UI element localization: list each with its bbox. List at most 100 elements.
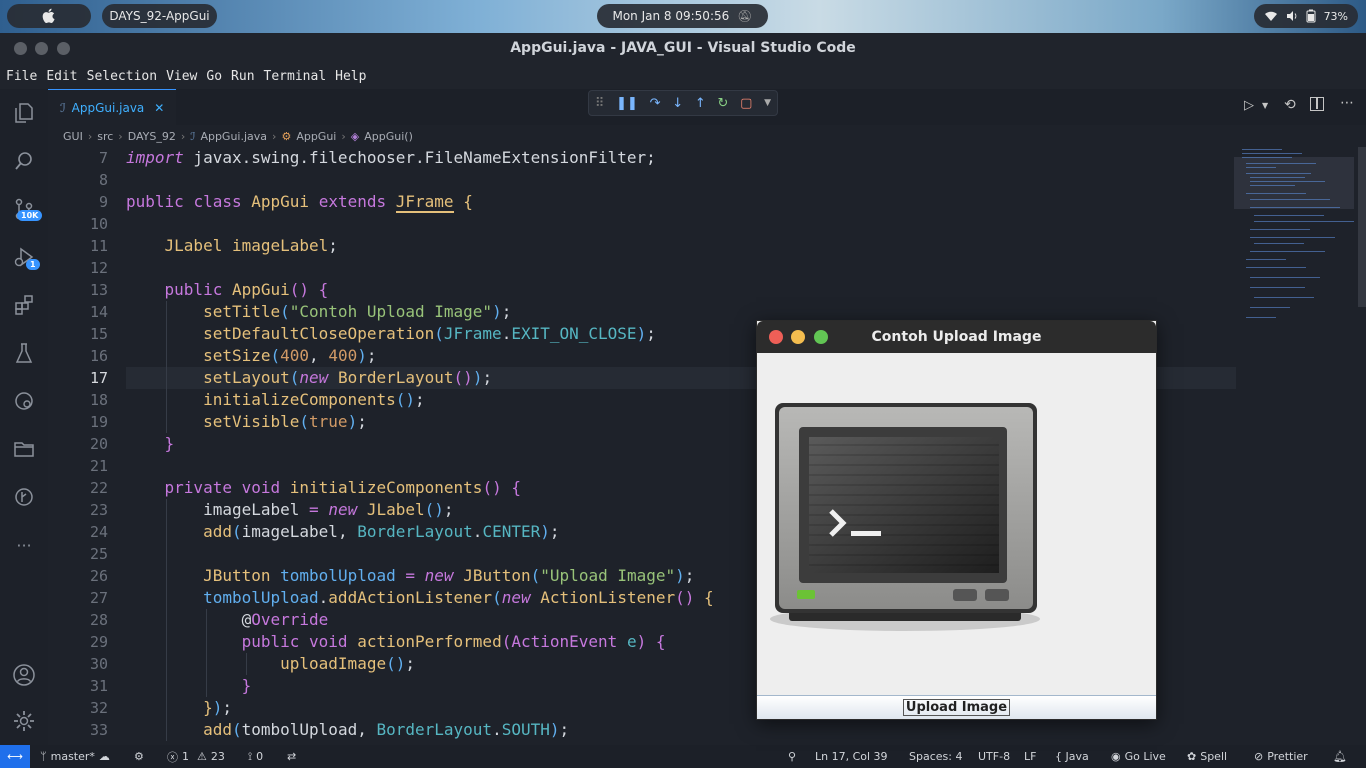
run-dropdown-icon[interactable]: ▼: [1262, 101, 1268, 110]
minimap[interactable]: [1234, 147, 1354, 367]
more-actions-icon[interactable]: ⋯: [1340, 95, 1354, 111]
line-number: 24: [89, 523, 108, 541]
pause-icon[interactable]: ❚❚: [616, 96, 638, 111]
system-top-bar: DAYS_92-AppGui Mon Jan 8 09:50:56 🔕︎ 73%: [0, 0, 1366, 33]
remote-explorer-icon[interactable]: [12, 389, 36, 413]
line-number: 32: [89, 699, 108, 717]
prettier-label: Prettier: [1267, 750, 1308, 763]
java-app-window: Contoh Upload Image Upload Image: [756, 320, 1157, 720]
java-maximize-button[interactable]: [814, 330, 828, 344]
branch-status[interactable]: ᛘ master* ☁: [40, 745, 110, 768]
line-number: 33: [89, 721, 108, 739]
branch-name: master*: [50, 750, 95, 763]
editor-tab-label: AppGui.java: [71, 100, 145, 115]
remote-indicator[interactable]: ⟷: [0, 745, 30, 768]
java-close-button[interactable]: [769, 330, 783, 344]
spell-check-icon: ✿: [1187, 750, 1197, 763]
prettier-disabled-icon: ⊘: [1254, 750, 1264, 763]
accounts-icon[interactable]: [12, 663, 36, 687]
prettier-button[interactable]: ⊘ Prettier: [1254, 745, 1308, 768]
line-number: 10: [89, 215, 108, 233]
timeline-icon[interactable]: ⟲: [1284, 97, 1296, 113]
menu-help[interactable]: Help: [335, 69, 366, 84]
line-number: 15: [89, 325, 108, 343]
more-icon[interactable]: ···: [12, 533, 36, 557]
line-number: 12: [89, 259, 108, 277]
breadcrumb-item[interactable]: src: [97, 130, 113, 143]
line-number: 25: [89, 545, 108, 563]
settings-gear-icon[interactable]: [12, 709, 36, 733]
ports-count: 0: [256, 750, 264, 763]
editor-tab-appgui[interactable]: ℐ AppGui.java ✕: [48, 89, 176, 125]
clock-pill[interactable]: Mon Jan 8 09:50:56 🔕︎: [597, 4, 768, 28]
notifications-bell-icon[interactable]: 🔔︎: [1333, 745, 1347, 768]
warning-icon: ⚠: [197, 750, 207, 763]
problems-status[interactable]: ⓧ 1 ⚠ 23: [167, 745, 225, 768]
search-icon[interactable]: [12, 149, 36, 173]
drag-handle-icon[interactable]: ⠿: [595, 96, 605, 111]
run-icon[interactable]: ▷: [1244, 98, 1254, 113]
stop-icon[interactable]: ▢: [740, 96, 752, 111]
java-window-title-bar: Contoh Upload Image: [757, 321, 1156, 353]
error-icon: ⓧ: [167, 750, 178, 764]
code-line: add(tombolUpload, BorderLayout.SOUTH);: [126, 719, 1236, 741]
line-number: 30: [89, 655, 108, 673]
apple-menu-button[interactable]: [7, 4, 91, 28]
debug-status-icon[interactable]: ⇄: [287, 745, 296, 768]
scrollbar-thumb[interactable]: [1358, 147, 1366, 307]
menu-terminal[interactable]: Terminal: [264, 69, 327, 84]
breadcrumb-item[interactable]: AppGui(): [364, 130, 413, 143]
java-minimize-button[interactable]: [791, 330, 805, 344]
spell-button[interactable]: ✿ Spell: [1187, 745, 1227, 768]
window-maximize-button[interactable]: [57, 42, 70, 55]
language-mode[interactable]: { Java: [1055, 745, 1089, 768]
menu-run[interactable]: Run: [231, 69, 254, 84]
status-bar: ⟷ ᛘ master* ☁ ⚙ ⓧ 1 ⚠ 23 ⟟ 0 ⇄ ⚲ Ln 17, …: [0, 745, 1366, 768]
step-out-icon[interactable]: ↑: [695, 96, 706, 111]
menu-file[interactable]: File: [6, 69, 37, 84]
activity-bar: 10K 1 ···: [0, 89, 48, 745]
breadcrumb-item[interactable]: DAYS_92: [128, 130, 176, 143]
minimap-viewport[interactable]: [1234, 157, 1354, 209]
menu-selection[interactable]: Selection: [87, 69, 157, 84]
window-close-button[interactable]: [14, 42, 27, 55]
battery-percent: 73%: [1323, 9, 1349, 23]
window-title-bar: AppGui.java - JAVA_GUI - Visual Studio C…: [0, 33, 1366, 63]
go-live-button[interactable]: ◉ Go Live: [1111, 745, 1166, 768]
end-of-line[interactable]: LF: [1024, 745, 1036, 768]
notifications-muted-icon: 🔕︎: [737, 9, 753, 23]
breadcrumb-item[interactable]: AppGui: [296, 130, 336, 143]
testing-flask-icon[interactable]: [12, 341, 36, 365]
ports-status[interactable]: ⟟ 0: [248, 745, 263, 768]
menu-go[interactable]: Go: [206, 69, 222, 84]
project-folder-icon[interactable]: [12, 437, 36, 461]
source-control-badge: 10K: [17, 210, 43, 221]
step-over-icon[interactable]: ↷: [650, 96, 661, 111]
window-minimize-button[interactable]: [35, 42, 48, 55]
java-window-title: Contoh Upload Image: [871, 329, 1042, 345]
go-live-label: Go Live: [1124, 750, 1166, 763]
menu-view[interactable]: View: [166, 69, 197, 84]
split-editor-icon[interactable]: [1310, 97, 1324, 111]
active-app-pill[interactable]: DAYS_92-AppGui: [102, 4, 217, 28]
explorer-icon[interactable]: [12, 101, 36, 125]
close-tab-icon[interactable]: ✕: [154, 101, 164, 115]
menu-edit[interactable]: Edit: [46, 69, 77, 84]
method-icon: ◈: [350, 129, 360, 143]
system-tray[interactable]: 73%: [1254, 4, 1358, 28]
cursor-position[interactable]: Ln 17, Col 39: [815, 745, 888, 768]
restart-icon[interactable]: ↻: [718, 96, 729, 111]
encoding[interactable]: UTF-8: [978, 745, 1010, 768]
step-into-icon[interactable]: ↓: [672, 96, 683, 111]
upload-image-button[interactable]: Upload Image: [757, 695, 1156, 719]
chevron-down-icon[interactable]: ▼: [764, 98, 771, 108]
breadcrumb-item[interactable]: GUI: [63, 130, 83, 143]
extensions-icon[interactable]: [12, 293, 36, 317]
java-file-icon: ℐ: [190, 129, 196, 143]
git-graph-icon[interactable]: [12, 485, 36, 509]
location-icon[interactable]: ⚲: [788, 745, 796, 768]
indentation[interactable]: Spaces: 4: [909, 745, 962, 768]
java-status-icon[interactable]: ⚙: [134, 745, 144, 768]
breadcrumb-item[interactable]: AppGui.java: [200, 130, 267, 143]
